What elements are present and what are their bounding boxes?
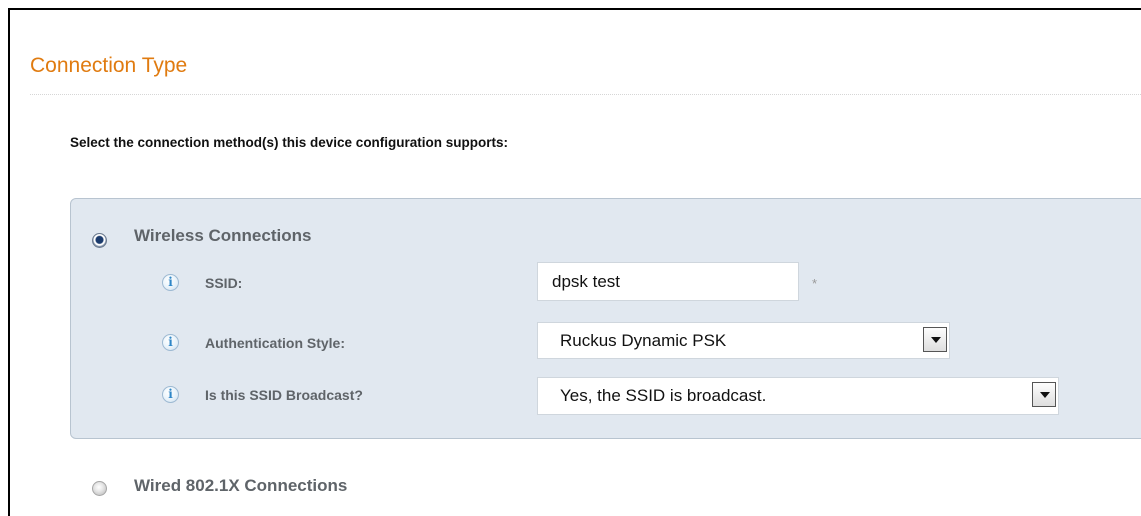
wireless-connections-radio[interactable]: [92, 233, 107, 248]
page-frame: Connection Type Select the connection me…: [8, 8, 1141, 516]
broadcast-select[interactable]: Yes, the SSID is broadcast.: [537, 377, 1059, 415]
broadcast-info-icon[interactable]: i: [162, 386, 179, 403]
auth-style-selected-value: Ruckus Dynamic PSK: [560, 331, 727, 350]
broadcast-label: Is this SSID Broadcast?: [205, 387, 363, 403]
auth-style-select[interactable]: Ruckus Dynamic PSK: [537, 322, 950, 359]
section-title: Connection Type: [30, 54, 188, 77]
ssid-input[interactable]: dpsk test: [537, 262, 799, 301]
wired-connections-radio[interactable]: [92, 481, 107, 496]
auth-style-info-icon[interactable]: i: [162, 334, 179, 351]
dropdown-arrow-icon[interactable]: [923, 327, 947, 352]
broadcast-selected-value: Yes, the SSID is broadcast.: [560, 386, 767, 405]
connection-prompt: Select the connection method(s) this dev…: [70, 135, 509, 150]
ssid-label: SSID:: [205, 275, 243, 291]
dropdown-arrow-icon[interactable]: [1032, 382, 1056, 407]
wired-connections-label[interactable]: Wired 802.1X Connections: [134, 476, 347, 496]
auth-style-label: Authentication Style:: [205, 335, 346, 351]
wireless-connections-label[interactable]: Wireless Connections: [134, 226, 311, 246]
title-divider: [30, 94, 1141, 95]
ssid-info-icon[interactable]: i: [162, 274, 179, 291]
ssid-required-marker: *: [812, 276, 818, 291]
